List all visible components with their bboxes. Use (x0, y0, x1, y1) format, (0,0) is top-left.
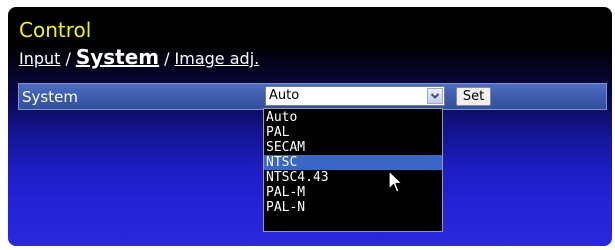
chevron-down-icon (430, 93, 440, 99)
breadcrumb-separator: / (65, 49, 71, 68)
breadcrumb-separator: / (164, 49, 170, 68)
set-button[interactable]: Set (456, 87, 491, 106)
breadcrumb-input-link[interactable]: Input (19, 49, 60, 68)
system-select[interactable]: Auto (265, 86, 445, 106)
system-dropdown-list: Auto PAL SECAM NTSC NTSC4.43 PAL-M PAL-N (263, 108, 443, 232)
select-dropdown-button[interactable] (427, 88, 443, 104)
system-row: System Auto Set (18, 83, 607, 110)
breadcrumb-system-link[interactable]: System (76, 45, 159, 69)
option-ntsc[interactable]: NTSC (264, 155, 442, 170)
option-ntsc443[interactable]: NTSC4.43 (264, 170, 442, 185)
option-auto[interactable]: Auto (264, 110, 442, 125)
option-secam[interactable]: SECAM (264, 140, 442, 155)
system-label: System (22, 88, 78, 106)
mouse-cursor-icon (388, 170, 403, 193)
breadcrumb-image-adj-link[interactable]: Image adj. (175, 49, 260, 68)
page-title: Control (19, 18, 92, 42)
option-pal-n[interactable]: PAL-N (264, 200, 442, 215)
option-pal-m[interactable]: PAL-M (264, 185, 442, 200)
breadcrumb: Input / System / Image adj. (19, 47, 259, 69)
option-pal[interactable]: PAL (264, 125, 442, 140)
system-select-value: Auto (269, 88, 300, 103)
